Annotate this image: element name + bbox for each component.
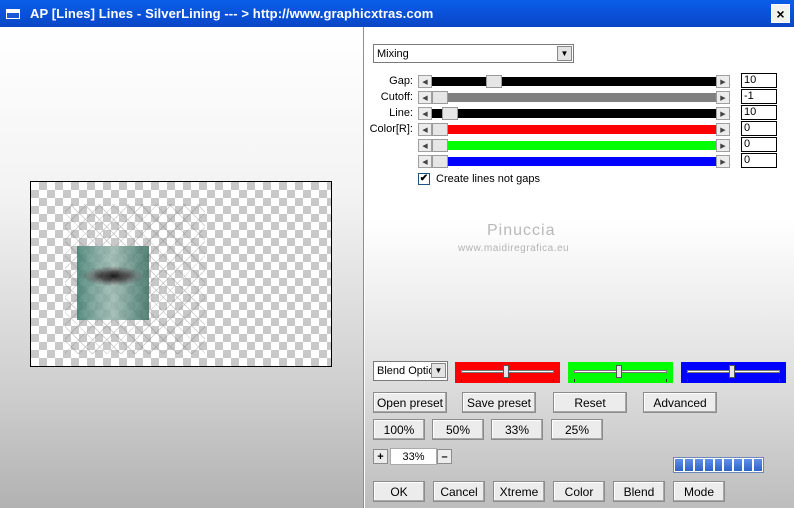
ok-button[interactable]: OK bbox=[373, 481, 425, 502]
blue-blend-slider[interactable] bbox=[681, 362, 786, 383]
arrow-left-icon[interactable]: ◀ bbox=[418, 155, 432, 168]
progress-block bbox=[684, 459, 693, 471]
preview-pane bbox=[0, 27, 364, 508]
line-slider[interactable]: ◀ ▶ bbox=[418, 107, 730, 120]
create-lines-label: Create lines not gaps bbox=[436, 173, 540, 185]
line-slider-thumb[interactable] bbox=[442, 107, 458, 120]
reset-button[interactable]: Reset bbox=[553, 392, 627, 413]
gap-label: Gap: bbox=[389, 75, 413, 87]
cutoff-label: Cutoff: bbox=[380, 91, 413, 103]
arrow-right-icon[interactable]: ▶ bbox=[716, 123, 730, 136]
progress-block bbox=[724, 459, 733, 471]
arrow-right-icon[interactable]: ▶ bbox=[716, 155, 730, 168]
chevron-down-icon[interactable]: ▼ bbox=[431, 363, 446, 378]
arrow-left-icon[interactable]: ◀ bbox=[418, 123, 432, 136]
progress-block bbox=[714, 459, 723, 471]
blend-button[interactable]: Blend bbox=[613, 481, 665, 502]
preview-image bbox=[77, 246, 149, 320]
cutoff-slider[interactable]: ◀ ▶ bbox=[418, 91, 730, 104]
color-b-slider[interactable]: ◀ ▶ bbox=[418, 155, 730, 168]
mode-button[interactable]: Mode bbox=[673, 481, 725, 502]
arrow-left-icon[interactable]: ◀ bbox=[418, 107, 432, 120]
mode-dropdown[interactable]: Mixing ▼ bbox=[373, 44, 574, 63]
color-r-slider-thumb[interactable] bbox=[432, 123, 448, 136]
save-preset-button[interactable]: Save preset bbox=[462, 392, 536, 413]
color-b-slider-thumb[interactable] bbox=[432, 155, 448, 168]
progress-block bbox=[704, 459, 713, 471]
window-icon bbox=[6, 8, 20, 19]
open-preset-button[interactable]: Open preset bbox=[373, 392, 447, 413]
zoom-50-button[interactable]: 50% bbox=[432, 419, 484, 440]
create-lines-checkbox[interactable]: ✔ bbox=[418, 173, 430, 185]
color-button[interactable]: Color bbox=[553, 481, 605, 502]
zoom-level-field[interactable]: 33% bbox=[390, 448, 437, 465]
green-blend-thumb[interactable] bbox=[616, 365, 622, 378]
blue-blend-thumb[interactable] bbox=[729, 365, 735, 378]
zoom-25-button[interactable]: 25% bbox=[551, 419, 603, 440]
green-blend-slider[interactable] bbox=[568, 362, 673, 383]
cutoff-slider-track[interactable] bbox=[432, 91, 716, 104]
blue-blend-ticks bbox=[687, 379, 780, 382]
color-b-value-field[interactable]: 0 bbox=[741, 153, 777, 168]
progress-block bbox=[675, 459, 683, 471]
color-r-value-field[interactable]: 0 bbox=[741, 121, 777, 136]
progress-block bbox=[754, 459, 763, 471]
watermark-title: Pinuccia bbox=[487, 222, 556, 239]
color-r-slider[interactable]: ◀ ▶ bbox=[418, 123, 730, 136]
create-lines-checkbox-row[interactable]: ✔ Create lines not gaps bbox=[418, 173, 540, 185]
chevron-down-icon[interactable]: ▼ bbox=[557, 46, 572, 61]
arrow-left-icon[interactable]: ◀ bbox=[418, 75, 432, 88]
zoom-100-button[interactable]: 100% bbox=[373, 419, 425, 440]
controls-pane: Mixing ▼ Gap: ◀ ▶ 10 Cutoff: ◀ ▶ -1 Line… bbox=[365, 27, 794, 508]
xtreme-button[interactable]: Xtreme bbox=[493, 481, 545, 502]
progress-block bbox=[734, 459, 743, 471]
arrow-right-icon[interactable]: ▶ bbox=[716, 75, 730, 88]
watermark-url: www.maidiregrafica.eu bbox=[458, 243, 570, 254]
gap-slider-thumb[interactable] bbox=[486, 75, 502, 88]
line-value-field[interactable]: 10 bbox=[741, 105, 777, 120]
color-b-slider-track[interactable] bbox=[432, 155, 716, 168]
window-title: AP [Lines] Lines - SilverLining --- > ht… bbox=[30, 6, 434, 21]
color-g-value-field[interactable]: 0 bbox=[741, 137, 777, 152]
cancel-button[interactable]: Cancel bbox=[433, 481, 485, 502]
progress-block bbox=[744, 459, 753, 471]
gap-slider[interactable]: ◀ ▶ bbox=[418, 75, 730, 88]
color-r-label: Color[R]: bbox=[369, 123, 413, 135]
blend-options-dropdown[interactable]: Blend Options ▼ bbox=[373, 361, 448, 381]
arrow-left-icon[interactable]: ◀ bbox=[418, 91, 432, 104]
cutoff-value-field[interactable]: -1 bbox=[741, 89, 777, 104]
color-g-slider-thumb[interactable] bbox=[432, 139, 448, 152]
gap-value-field[interactable]: 10 bbox=[741, 73, 777, 88]
preview-canvas[interactable] bbox=[30, 181, 332, 367]
red-blend-thumb[interactable] bbox=[503, 365, 509, 378]
arrow-left-icon[interactable]: ◀ bbox=[418, 139, 432, 152]
line-slider-track[interactable] bbox=[432, 107, 716, 120]
arrow-right-icon[interactable]: ▶ bbox=[716, 107, 730, 120]
arrow-right-icon[interactable]: ▶ bbox=[716, 91, 730, 104]
red-blend-slider[interactable] bbox=[455, 362, 560, 383]
progress-bar bbox=[673, 457, 764, 473]
zoom-33-button[interactable]: 33% bbox=[491, 419, 543, 440]
title-bar: AP [Lines] Lines - SilverLining --- > ht… bbox=[0, 0, 794, 27]
zoom-out-button[interactable]: – bbox=[437, 449, 452, 464]
close-button[interactable]: × bbox=[771, 4, 790, 23]
line-label: Line: bbox=[389, 107, 413, 119]
color-g-slider-track[interactable] bbox=[432, 139, 716, 152]
green-blend-ticks bbox=[574, 379, 667, 382]
arrow-right-icon[interactable]: ▶ bbox=[716, 139, 730, 152]
red-blend-ticks bbox=[461, 379, 554, 382]
cutoff-slider-thumb[interactable] bbox=[432, 91, 448, 104]
color-r-slider-track[interactable] bbox=[432, 123, 716, 136]
color-g-slider[interactable]: ◀ ▶ bbox=[418, 139, 730, 152]
gap-slider-track[interactable] bbox=[432, 75, 716, 88]
zoom-in-button[interactable]: + bbox=[373, 449, 388, 464]
advanced-button[interactable]: Advanced bbox=[643, 392, 717, 413]
mode-dropdown-value: Mixing bbox=[377, 47, 409, 60]
progress-block bbox=[694, 459, 703, 471]
